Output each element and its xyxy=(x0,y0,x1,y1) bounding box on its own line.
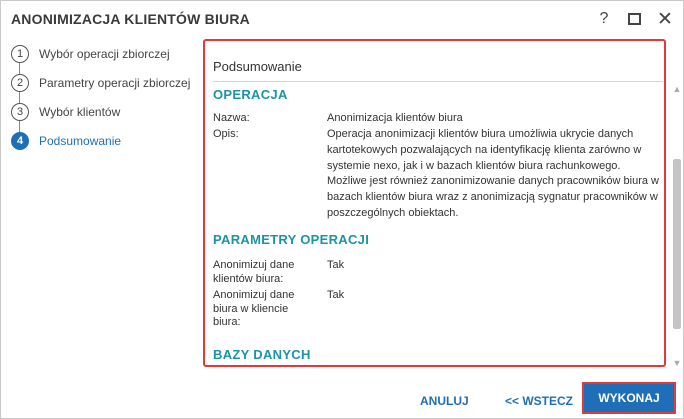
step-label: Podsumowanie xyxy=(39,133,122,148)
section-heading-parameters: PARAMETRY OPERACJI xyxy=(213,232,370,247)
step-3[interactable]: 3 Wybór klientów xyxy=(11,97,197,126)
cancel-button[interactable]: ANULUJ xyxy=(420,394,469,408)
name-value: Anonimizacja klientów biura xyxy=(327,112,463,124)
step-number: 2 xyxy=(11,73,29,92)
description-value: Operacja anonimizacji klientów biura umo… xyxy=(327,127,663,222)
summary-title: Podsumowanie xyxy=(213,59,302,74)
step-4[interactable]: 4 Podsumowanie xyxy=(11,126,197,155)
step-1[interactable]: 1 Wybór operacji zbiorczej xyxy=(11,39,197,68)
param-label-line: Anonimizuj dane xyxy=(213,289,295,301)
description-line: systemie nexo, jak i w bazach klientów b… xyxy=(327,159,621,172)
description-line: bazach klientów biura wraz z anonimizacj… xyxy=(327,191,658,204)
param-label: Anonimizuj dane klientów biura: xyxy=(213,259,294,286)
step-label: Wybór operacji zbiorczej xyxy=(39,46,170,61)
param-label-line: biura: xyxy=(213,316,241,328)
window-title: ANONIMIZACJA KLIENTÓW BIURA xyxy=(11,11,250,27)
param-label-line: biura w kliencie xyxy=(213,302,289,315)
description-label: Opis: xyxy=(213,128,239,140)
param-label: Anonimizuj dane biura w kliencie biura: xyxy=(213,289,294,330)
help-button[interactable]: ? xyxy=(592,7,616,31)
wizard-steps: 1 Wybór operacji zbiorczej 2 Parametry o… xyxy=(11,39,197,155)
param-value: Tak xyxy=(327,259,345,271)
name-label: Nazwa: xyxy=(213,112,250,124)
execute-button[interactable]: WYKONAJ xyxy=(582,382,676,414)
description-line: Możliwe jest również zanonimizowanie dan… xyxy=(327,175,659,188)
maximize-button[interactable] xyxy=(622,7,646,31)
step-2[interactable]: 2 Parametry operacji zbiorczej xyxy=(11,68,197,97)
description-line: kartotekowych pozwalających na identyfik… xyxy=(327,143,642,156)
back-button[interactable]: << WSTECZ xyxy=(505,394,573,408)
step-label: Wybór klientów xyxy=(39,104,121,119)
title-bar: ANONIMIZACJA KLIENTÓW BIURA ? ✕ xyxy=(1,1,683,37)
summary-scroll-area[interactable]: Podsumowanie OPERACJA Nazwa: Anonimizacj… xyxy=(205,41,664,365)
param-label-line: Anonimizuj dane xyxy=(213,259,295,271)
section-heading-databases: BAZY DANYCH xyxy=(213,347,311,362)
param-value: Tak xyxy=(327,289,345,301)
scroll-up-arrow-icon[interactable]: ▲ xyxy=(671,83,683,95)
dialog-window: ANONIMIZACJA KLIENTÓW BIURA ? ✕ 1 Wybór … xyxy=(0,0,684,419)
maximize-icon xyxy=(627,13,641,25)
vertical-scrollbar[interactable]: ▲ ▼ xyxy=(671,83,683,369)
scroll-down-arrow-icon[interactable]: ▼ xyxy=(671,357,683,369)
step-number: 1 xyxy=(11,44,29,63)
description-line: Operacja anonimizacji klientów biura umo… xyxy=(327,128,634,140)
close-button[interactable]: ✕ xyxy=(653,7,677,31)
step-label: Parametry operacji zbiorczej xyxy=(39,75,191,90)
scrollbar-thumb[interactable] xyxy=(673,159,681,329)
step-number: 3 xyxy=(11,102,29,121)
summary-panel: Podsumowanie OPERACJA Nazwa: Anonimizacj… xyxy=(203,39,666,367)
param-label-line: klientów biura: xyxy=(213,272,284,285)
description-line: poszczególnych obiektach. xyxy=(327,206,459,219)
divider xyxy=(213,81,663,82)
section-heading-operation: OPERACJA xyxy=(213,87,288,102)
step-number: 4 xyxy=(11,131,29,150)
